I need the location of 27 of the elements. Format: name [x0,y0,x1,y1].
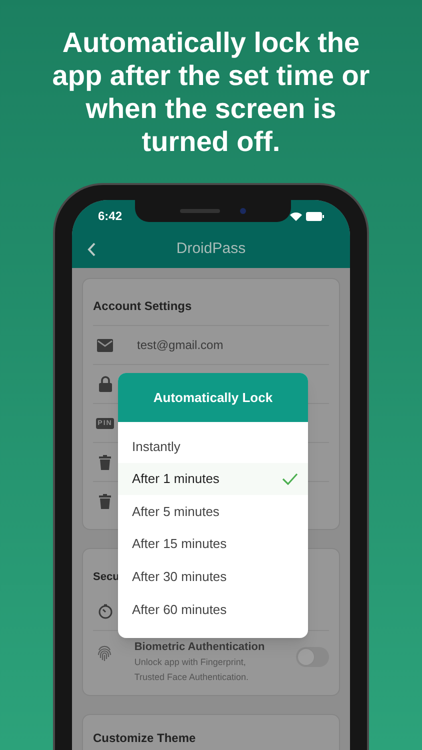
timer-icon [98,604,112,619]
app-title: DroidPass [176,238,246,259]
status-time: 6:42 [98,208,122,225]
lock-option[interactable]: After 1 minutes [118,462,308,496]
mail-icon [97,338,113,352]
battery-icon [306,212,324,220]
wifi-icon [290,212,302,220]
dialog-title: Automatically Lock [153,388,273,407]
card-title: Secu [93,570,120,585]
lock-option[interactable]: After 30 minutes [118,560,308,593]
toggle-switch[interactable] [296,646,329,666]
card-title: Account Settings [93,297,329,326]
trash-icon [99,454,111,470]
email-text: test@gmail.com [137,337,224,354]
card-title: Customize Theme [93,730,197,747]
headline: Automatically lock the app after the set time or when the screen is turned off. [51,26,371,158]
check-icon [282,472,298,485]
fingerprint-icon [97,644,112,660]
trash-icon [99,494,111,509]
lock-option[interactable]: After 60 minutes [118,592,308,626]
lock-option[interactable]: After 5 minutes [118,495,308,528]
setting-description: Unlock app with Fingerprint, Trusted Face Authentication. [134,656,250,684]
back-icon[interactable] [87,242,96,256]
lock-icon [98,376,112,392]
setting-title: Biometric Authentication [134,640,266,654]
lock-option[interactable]: Instantly [118,430,308,463]
lock-option[interactable]: After 15 minutes [118,528,308,560]
